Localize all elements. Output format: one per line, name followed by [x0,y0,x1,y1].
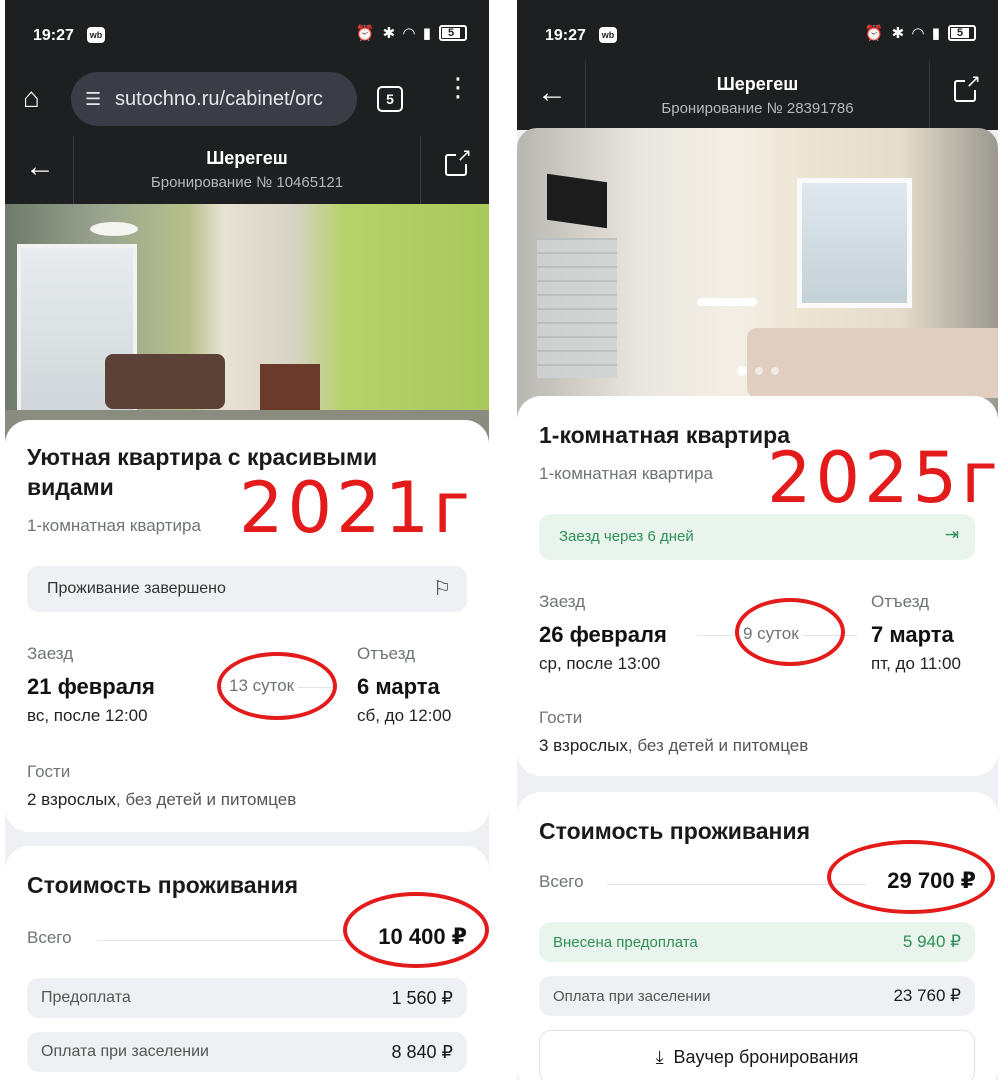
tune-icon[interactable]: ☰ [85,72,101,126]
back-arrow-icon[interactable]: ← [537,78,567,108]
checkin-label: Заезд [539,592,586,611]
checkin-date: 26 февраля [539,622,667,647]
checkin-date: 21 февраля [27,674,155,699]
wifi-icon: ◠ [403,25,415,42]
prepay-row: Предоплата 1 560 ₽ [27,978,467,1018]
url-text: sutochno.ru/cabinet/orc [115,88,323,110]
browser-toolbar: ⌂ ☰ sutochno.ru/cabinet/orc 5 ⋮ [5,62,489,136]
wb-app-icon: wb [87,27,105,43]
battery-icon: 5 [948,25,976,41]
status-time: 19:27 [545,27,586,44]
signal-icon: ▮ [422,25,431,42]
battery-icon: 5 [439,25,467,41]
guests-value: 3 взрослых, без детей и питомцев [539,736,809,755]
download-icon: ⤓ [655,1047,664,1067]
back-arrow-icon[interactable]: ← [25,152,55,182]
checkout-time: сб, до 12:00 [357,706,452,725]
prepay-row: Внесена предоплата 5 940 ₽ [539,922,975,962]
more-vert-icon[interactable]: ⋮ [445,74,471,100]
checkin-notice-text: Заезд через 6 дней [559,528,694,545]
listing-photo[interactable] [517,128,998,418]
checkout-time: пт, до 11:00 [871,654,961,673]
url-bar[interactable]: ☰ sutochno.ru/cabinet/orc [71,72,357,126]
booking-header: ← Шерегеш Бронирование № 10465121 [5,136,489,204]
external-link-icon[interactable] [954,72,983,102]
status-bar: 19:27 wb ⏰ ✱ ◠ ▮ 5 [517,0,998,62]
listing-type: 1-комнатная квартира [27,516,201,535]
status-bar: 19:27 wb ⏰ ✱ ◠ ▮ 5 [5,0,489,62]
bluetooth-icon: ✱ [891,25,905,42]
booking-number: Бронирование № 28391786 [661,100,854,117]
photo-pager-dots[interactable] [517,366,998,376]
status-time: 19:27 [33,27,74,44]
booking-number: Бронирование № 10465121 [150,174,344,191]
nights-annotation-circle [217,652,337,720]
external-link-icon[interactable] [445,146,474,176]
on-arrival-row: Оплата при заселении 8 840 ₽ [27,1032,467,1072]
stay-status-text: Проживание завершено [47,580,226,597]
total-label: Всего [27,928,72,947]
listing-type: 1-комнатная квартира [539,464,713,483]
tabs-icon[interactable]: 5 [377,86,403,112]
booking-header: ← Шерегеш Бронирование № 28391786 [517,62,998,130]
voucher-button[interactable]: ⤓ Вaучер бронирования [539,1030,975,1080]
alarm-icon: ⏰ [355,25,375,42]
checkin-notice: Заезд через 6 дней ⇥ [539,514,975,560]
checkin-time: вс, после 12:00 [27,706,148,725]
checkin-label: Заезд [27,644,74,663]
header-title: Шерегеш [716,74,799,94]
right-phone-screen: 19:27 wb ⏰ ✱ ◠ ▮ 5 ← Шерегеш Бронировани… [517,0,998,1080]
cost-title: Стоимость проживания [539,818,811,844]
annotation-year: 2021г [239,467,474,549]
header-title: Шерегеш [206,148,288,168]
checkin-time: ср, после 13:00 [539,654,661,673]
wb-app-icon: wb [599,27,617,43]
nights-annotation-circle [735,598,845,666]
total-annotation-circle [343,892,489,968]
cost-card: Стоимость проживания Всего 29 700 ₽ Внес… [517,792,998,1080]
annotation-year: 2025г [767,437,998,519]
guests-label: Гости [539,708,583,727]
checkout-date: 7 марта [871,622,954,647]
guests-label: Гости [27,762,71,781]
checkout-label: Отъезд [357,644,416,663]
total-annotation-circle [827,840,995,914]
bluetooth-icon: ✱ [382,25,396,42]
wifi-icon: ◠ [912,25,924,42]
on-arrival-row: Оплата при заселении 23 760 ₽ [539,976,975,1016]
home-icon[interactable]: ⌂ [23,84,51,112]
listing-title: 1-комнатная квартира [539,422,790,448]
checkout-date: 6 марта [357,674,440,699]
exit-icon: ⇥ [944,525,959,544]
stay-status: Проживание завершено ⚐ [27,566,467,612]
flag-icon: ⚐ [433,578,451,600]
checkout-label: Отъезд [871,592,930,611]
guests-value: 2 взрослых, без детей и питомцев [27,790,297,809]
signal-icon: ▮ [931,25,940,42]
left-phone-screen: 19:27 wb ⏰ ✱ ◠ ▮ 5 ⌂ ☰ sutochno.ru/cabin… [5,0,489,1080]
listing-photo[interactable] [5,204,489,450]
cost-title: Стоимость проживания [27,872,299,898]
total-label: Всего [539,872,584,891]
alarm-icon: ⏰ [864,25,884,42]
